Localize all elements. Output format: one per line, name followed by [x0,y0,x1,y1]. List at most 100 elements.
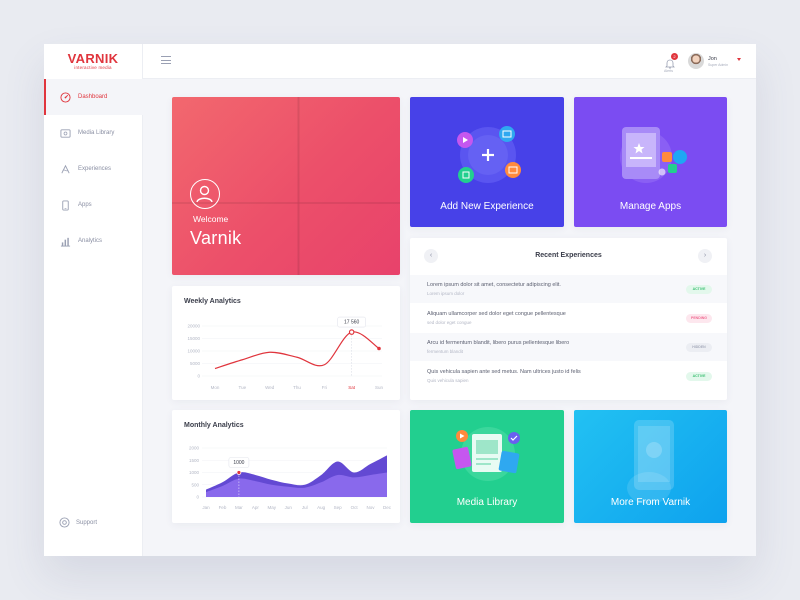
x-tick-label: Jul [302,505,308,510]
media-library-tile[interactable]: Media Library [410,410,564,523]
experiences-icon [59,163,71,175]
x-tick-label: Jan [202,505,210,510]
chevron-down-icon[interactable] [737,58,741,61]
recent-experiences-title: Recent Experiences [535,252,602,259]
avatar[interactable] [688,53,704,69]
brand-logo[interactable]: VARNIK interactive media [44,44,142,78]
dashboard-icon [59,91,71,103]
x-tick-label: Oct [351,505,359,510]
x-tick-label: Mar [235,505,243,510]
analytics-icon [59,235,71,247]
y-tick-label: 20000 [187,324,200,329]
status-badge: ACTIVE [686,285,712,294]
user-name: Jon [708,56,717,62]
tooltip-value: 17 560 [344,320,360,326]
next-arrow-icon[interactable]: › [698,249,712,263]
manage-apps-illustration [620,127,687,183]
add-new-experience-label: Add New Experience [440,201,534,212]
list-item[interactable]: Aliquam ullamcorper sed dolor eget congu… [410,304,727,332]
x-tick-label: Feb [219,505,227,510]
add-new-experience-tile[interactable]: Add New Experience [410,97,564,227]
weekly-line-chart: 20000 15000 10000 5000 0 Mon Tue Wed Thu Fri Sat Su… [187,316,384,390]
sidebar-item-experiences[interactable]: Experiences [44,151,143,187]
welcome-label: Welcome [193,214,229,224]
brand-name: VARNIK [67,50,119,66]
sidebar-item-label: Experiences [78,166,112,172]
monthly-area-chart: 2000 1500 1000 500 0Jan Feb Mar Apr May Jun Jul Aug… [189,446,392,511]
sidebar-nav: Dashboard Media Library Experiences Apps [44,79,143,259]
x-tick-label: Fri [322,385,327,390]
tooltip-value: 1000 [233,460,244,466]
list-item[interactable]: Arcu id fermentum blandit, libero purus … [410,333,727,361]
experience-title: Aliquam ullamcorper sed dolor eget congu… [427,311,566,317]
welcome-name: Varnik [190,228,242,248]
sidebar-item-label: Dashboard [78,94,108,100]
y-tick-label: 0 [197,374,200,379]
weekly-analytics-card: Weekly Analytics 20000 15000 10000 5000 0 Mon… [172,286,400,400]
y-tick-label: 500 [191,482,199,487]
experience-title: Quis vehicula sapien ante sed metus. Nam… [427,369,581,375]
data-point [377,346,381,351]
sidebar-item-analytics[interactable]: Analytics [44,223,143,259]
experience-title: Lorem ipsum dolor sit amet, consectetur … [427,282,561,288]
welcome-card[interactable]: Welcome Varnik [172,97,400,275]
experience-subtitle: Quis vehicula sapien [427,378,469,383]
status-badge: HIDDEN [686,343,712,352]
x-tick-label: Aug [317,505,326,510]
support-label: Support [76,520,98,526]
list-item[interactable]: Quis vehicula sapien ante sed metus. Nam… [410,362,727,390]
media-library-label: Media Library [456,497,518,508]
media-library-illustration [452,427,520,481]
more-from-varnik-tile[interactable]: More From Varnik [574,410,727,523]
more-from-varnik-label: More From Varnik [610,497,691,508]
y-tick-label: 0 [196,495,199,500]
apps-icon [59,199,71,211]
x-tick-label: May [268,505,277,510]
experience-subtitle: fermentum blandit [427,349,464,354]
x-tick-label: Sat [348,385,356,390]
manage-apps-tile[interactable]: Manage Apps [574,97,727,227]
add-experience-illustration [457,126,521,183]
x-tick-label: Thu [293,385,301,390]
x-tick-label: Tue [239,385,247,390]
experience-subtitle: sed dolor eget congue [427,320,472,325]
sidebar: VARNIK interactive media Dashboard Media… [44,44,143,556]
user-icon [190,179,220,209]
support-icon [59,517,71,529]
experience-title: Arcu id fermentum blandit, libero purus … [427,340,570,346]
x-tick-label: Mon [211,385,220,390]
x-tick-label: Jun [285,505,293,510]
x-tick-label: Nov [367,505,376,510]
monthly-analytics-card: Monthly Analytics 2000 1500 1000 500 0 Jan Feb… [172,410,400,523]
user-role: Super Admin [708,63,729,67]
x-tick-label: Wed [265,385,275,390]
sidebar-item-dashboard[interactable]: Dashboard [44,79,143,115]
y-tick-label: 5000 [190,361,201,366]
y-tick-label: 2000 [189,446,200,451]
sidebar-item-label: Media Library [78,130,115,136]
notification-bell-icon[interactable]: 2 [665,53,678,69]
status-badge: PENDING [686,314,712,323]
y-tick-label: 10000 [187,349,200,354]
top-bar: 2 Alerts Jon Super Admin [143,44,756,79]
sidebar-item-apps[interactable]: Apps [44,187,143,223]
menu-toggle-icon[interactable] [161,56,171,65]
x-tick-label: Sun [375,385,384,390]
media-icon [59,127,71,139]
series-line [214,331,380,370]
x-tick-label: Apr [252,505,260,510]
list-item[interactable]: Lorem ipsum dolor sit amet, consectetur … [410,275,727,303]
y-tick-label: 1000 [189,470,200,475]
y-tick-label: 15000 [187,336,200,341]
experience-subtitle: Lorem ipsum dolor [427,291,465,296]
sidebar-item-media-library[interactable]: Media Library [44,115,143,151]
highlight-point [348,329,355,335]
notification-count-badge: 2 [671,53,678,60]
notification-label: Alerts [664,69,673,73]
x-tick-label: Sep [334,505,343,510]
x-tick-label: Dec [383,505,392,510]
support-link[interactable]: Support [59,517,97,529]
sidebar-item-label: Analytics [78,238,103,244]
brand-subtitle: interactive media [74,64,112,70]
y-tick-label: 1500 [189,458,200,463]
